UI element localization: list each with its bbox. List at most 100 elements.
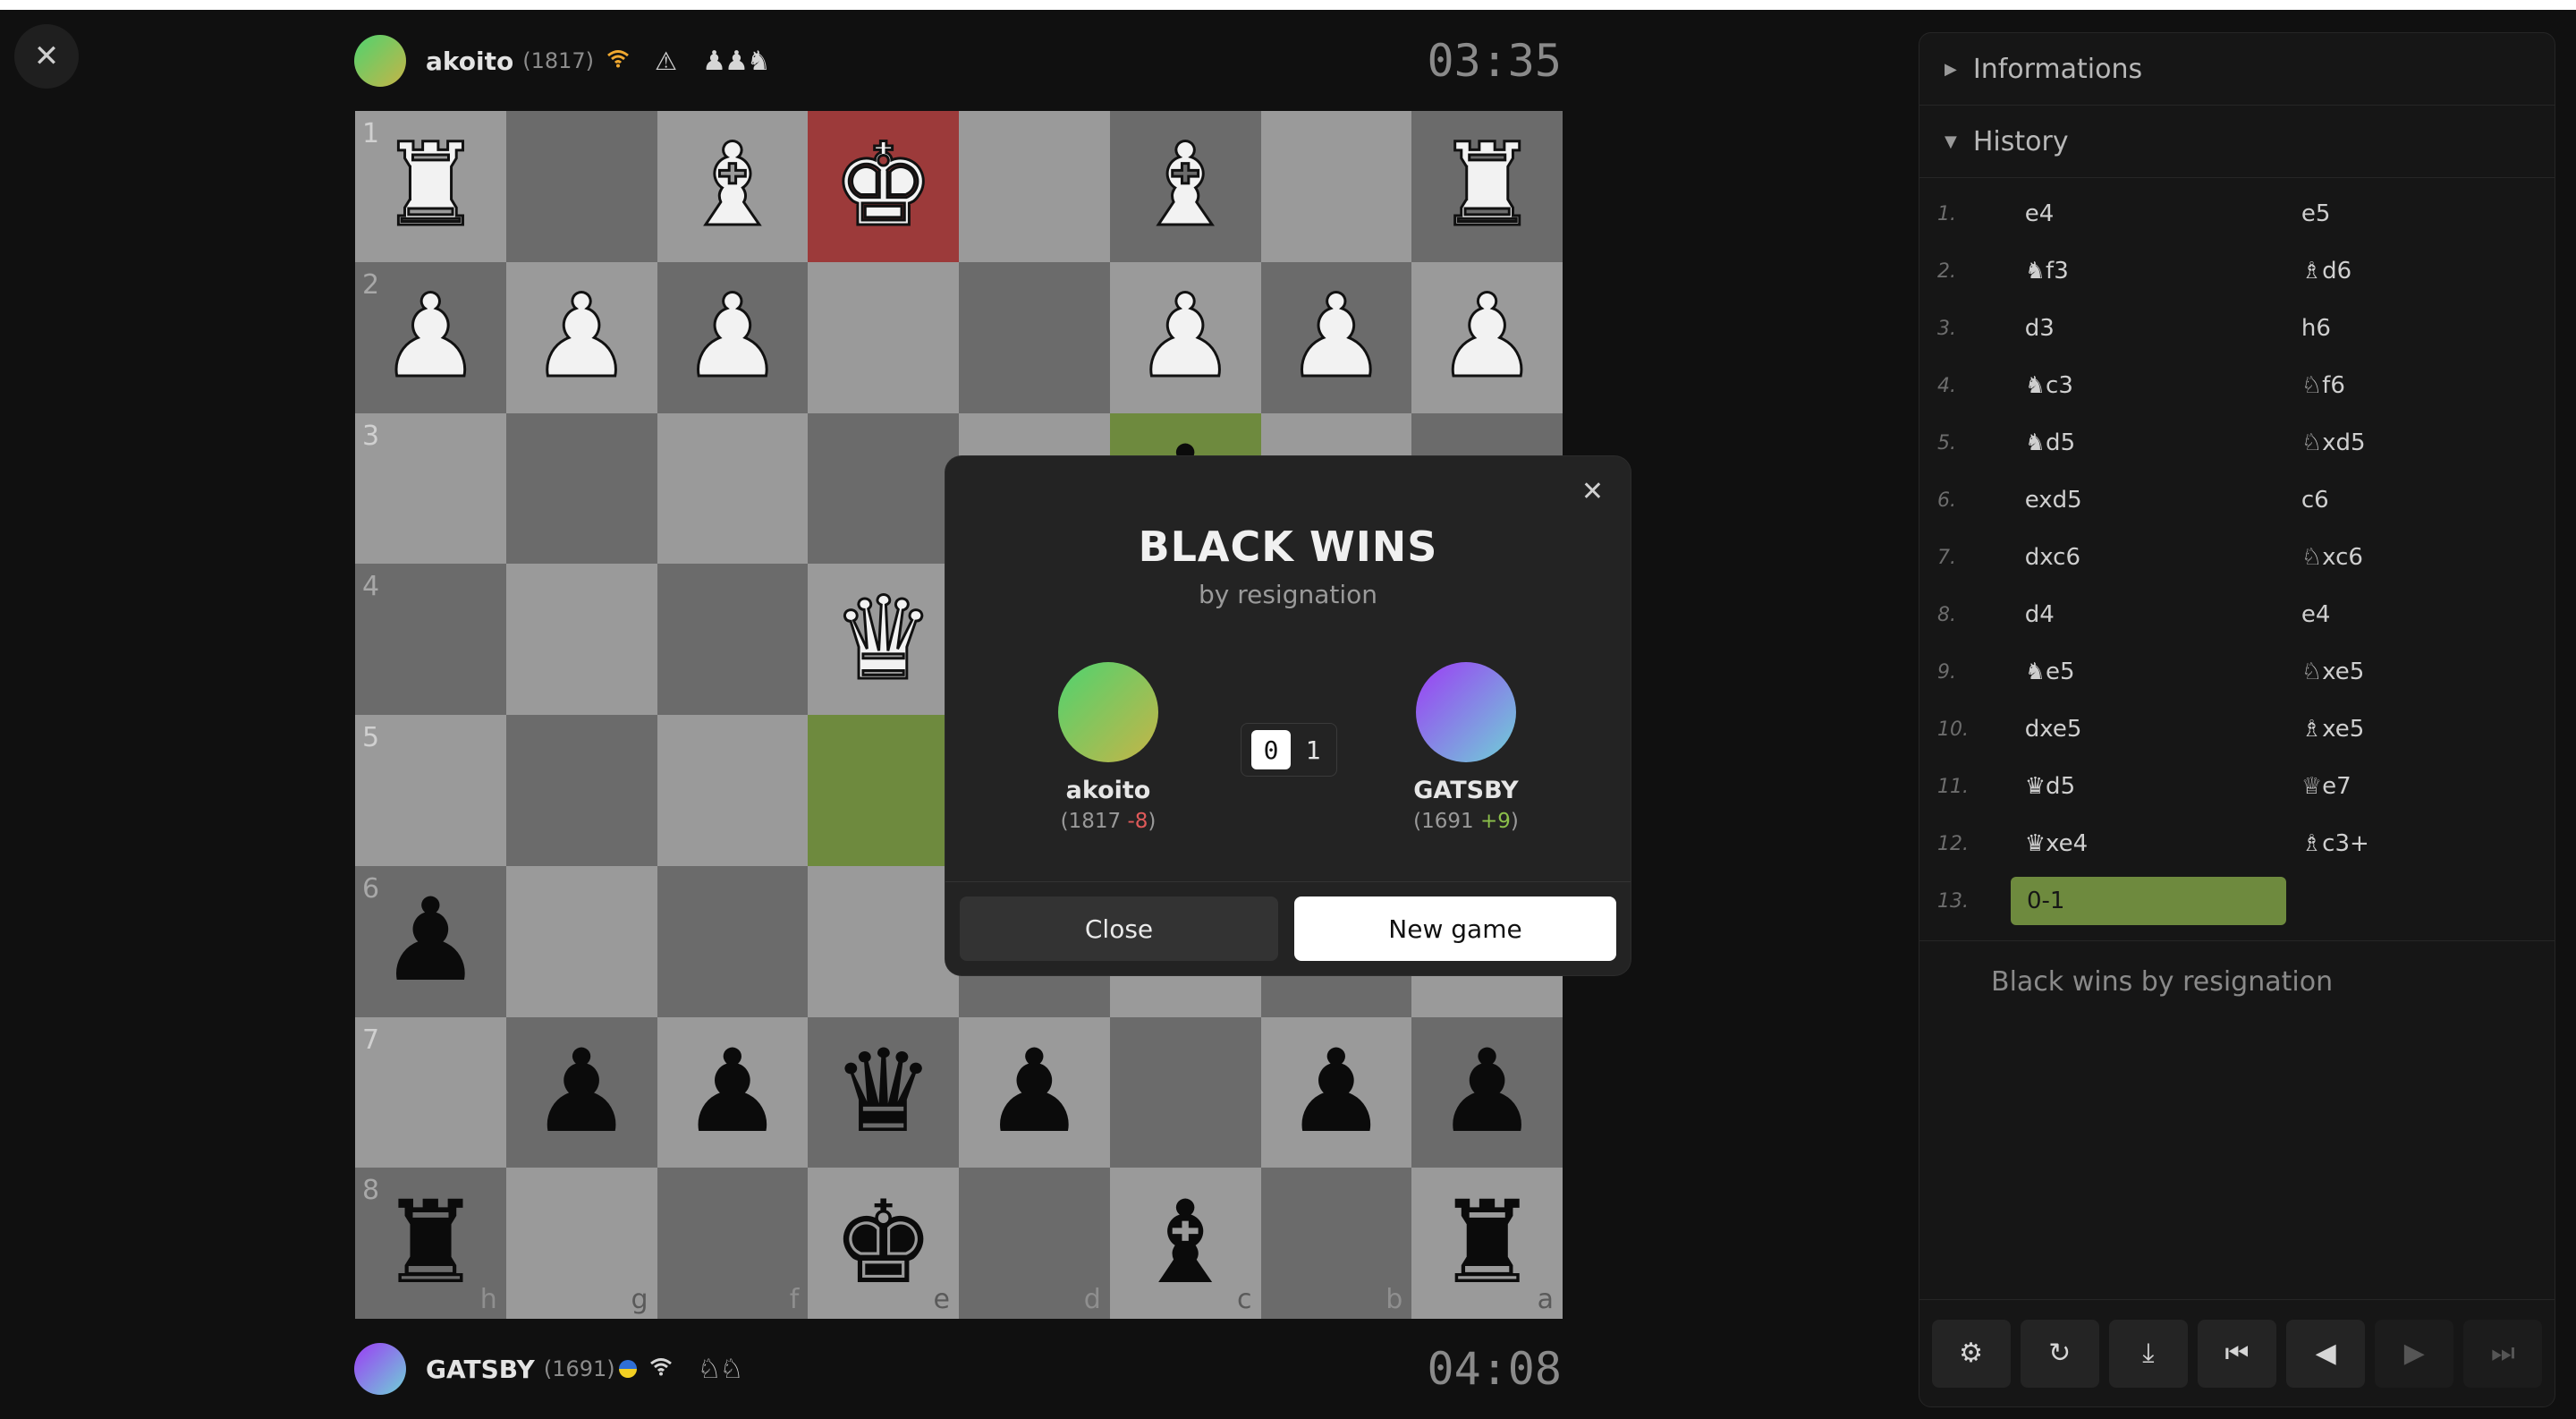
black-move[interactable]: ♘f6 [2287, 372, 2555, 399]
chess-piece[interactable]: ♜ [1435, 127, 1540, 244]
board-square[interactable] [808, 261, 959, 413]
white-move[interactable]: ♞f3 [2009, 258, 2287, 285]
settings-button[interactable]: ⚙ [1931, 1319, 2011, 1388]
board-square[interactable] [505, 564, 657, 715]
chess-piece[interactable]: ♟ [1436, 1034, 1538, 1150]
white-move[interactable]: exd5 [2009, 487, 2287, 514]
white-move[interactable]: d4 [2009, 601, 2287, 628]
board-square[interactable]: g [505, 1168, 657, 1319]
board-square[interactable] [808, 715, 959, 866]
board-square[interactable]: ♟ [1411, 1016, 1563, 1168]
board-square[interactable]: d [959, 1168, 1110, 1319]
chess-piece[interactable]: ♟ [682, 1034, 784, 1150]
chess-piece[interactable]: ♟ [378, 278, 484, 395]
chess-piece[interactable]: ♟ [1284, 278, 1389, 395]
black-move[interactable]: e4 [2287, 601, 2555, 628]
black-move[interactable]: ♗xe5 [2287, 716, 2555, 743]
white-move[interactable]: ♞d5 [2009, 429, 2287, 456]
board-square[interactable]: ♟ [1109, 261, 1261, 413]
chess-piece[interactable]: ♝ [1132, 127, 1238, 244]
board-square[interactable]: ♚ [808, 111, 959, 262]
white-move[interactable]: d3 [2009, 315, 2287, 342]
last-move-button[interactable]: ⏭ [2463, 1319, 2543, 1388]
board-square[interactable] [657, 865, 809, 1017]
white-move[interactable]: ♞e5 [2009, 659, 2287, 685]
board-square[interactable]: ♜ [1411, 111, 1563, 262]
board-square[interactable]: 8 h ♜ [355, 1168, 506, 1319]
flip-board-button[interactable]: ↻ [2020, 1319, 2099, 1388]
black-move[interactable]: ♘xd5 [2287, 429, 2555, 456]
board-square[interactable]: b [1260, 1168, 1412, 1319]
board-square[interactable] [505, 412, 657, 565]
board-square[interactable] [505, 111, 657, 262]
board-square[interactable]: ♟ [1260, 1016, 1412, 1168]
black-move[interactable]: e5 [2287, 200, 2555, 227]
close-game-button[interactable]: ✕ [14, 24, 79, 89]
board-square[interactable]: 7 [355, 1016, 506, 1168]
white-move[interactable]: ♛d5 [2009, 773, 2287, 800]
chess-piece[interactable]: ♛ [832, 1034, 935, 1150]
chess-piece[interactable]: ♟ [680, 278, 785, 395]
board-square[interactable]: 3 [355, 412, 506, 565]
black-move[interactable]: ♗d6 [2287, 258, 2555, 285]
board-square[interactable] [505, 715, 657, 866]
board-square[interactable]: ♟ [959, 1016, 1110, 1168]
chess-piece[interactable]: ♜ [379, 1185, 482, 1301]
chess-piece[interactable]: ♟ [530, 1034, 633, 1150]
board-square[interactable] [657, 564, 809, 715]
board-square[interactable] [657, 412, 809, 565]
chess-piece[interactable]: ♟ [1132, 278, 1238, 395]
first-move-button[interactable]: ⏮ [2197, 1319, 2276, 1388]
chess-piece[interactable]: ♝ [1134, 1185, 1237, 1301]
new-game-button[interactable]: New game [1294, 896, 1616, 961]
board-square[interactable]: ♟ [657, 261, 809, 413]
board-square[interactable] [1260, 111, 1412, 262]
board-square[interactable]: 5 [355, 715, 506, 866]
board-square[interactable]: 6 ♟ [355, 865, 506, 1017]
previous-move-button[interactable]: ◀ [2286, 1319, 2366, 1388]
close-button[interactable]: Close [960, 896, 1278, 961]
chess-piece[interactable]: ♟ [983, 1034, 1086, 1150]
board-square[interactable]: 4 [355, 564, 506, 715]
white-move[interactable]: dxe5 [2009, 716, 2287, 743]
board-square[interactable]: ♛ [808, 564, 959, 715]
black-move[interactable]: ♘xc6 [2287, 544, 2555, 571]
board-square[interactable]: ♝ [1109, 111, 1261, 262]
white-move[interactable]: ♞c3 [2009, 372, 2287, 399]
dialog-close-button[interactable]: ✕ [1581, 476, 1604, 507]
board-square[interactable] [505, 865, 657, 1017]
board-square[interactable]: 1 ♜ [355, 111, 506, 262]
board-square[interactable] [808, 865, 959, 1017]
chess-piece[interactable]: ♟ [1435, 278, 1540, 395]
board-square[interactable] [1109, 1016, 1261, 1168]
board-square[interactable]: ♟ [1260, 261, 1412, 413]
board-square[interactable]: ♟ [1411, 261, 1563, 413]
history-section-toggle[interactable]: ▼ History [1919, 106, 2555, 178]
chess-piece[interactable]: ♜ [378, 127, 484, 244]
board-square[interactable] [808, 412, 959, 565]
board-square[interactable]: e ♚ [808, 1168, 959, 1319]
warning-icon[interactable]: ⚠ [655, 47, 677, 76]
black-move[interactable]: h6 [2287, 315, 2555, 342]
board-square[interactable]: ♝ [657, 111, 809, 262]
chess-piece[interactable]: ♚ [831, 127, 936, 244]
board-square[interactable]: ♟ [657, 1016, 809, 1168]
black-move[interactable]: ♕e7 [2287, 773, 2555, 800]
board-square[interactable]: f [657, 1168, 809, 1319]
black-move[interactable]: ♗c3+ [2287, 830, 2555, 857]
chess-piece[interactable]: ♛ [831, 581, 936, 698]
board-square[interactable]: ♟ [505, 1016, 657, 1168]
board-square[interactable]: c ♝ [1109, 1168, 1261, 1319]
white-move[interactable]: dxc6 [2009, 544, 2287, 571]
download-button[interactable]: ⤓ [2108, 1319, 2188, 1388]
chess-piece[interactable]: ♜ [1436, 1185, 1538, 1301]
white-move[interactable]: e4 [2009, 200, 2287, 227]
board-square[interactable] [959, 261, 1110, 413]
black-move[interactable]: ♘xe5 [2287, 659, 2555, 685]
white-move[interactable]: ♛xe4 [2009, 830, 2287, 857]
black-move[interactable]: c6 [2287, 487, 2555, 514]
board-square[interactable]: 2 ♟ [355, 261, 506, 413]
result-move[interactable]: 0-1 [2011, 877, 2286, 925]
board-square[interactable] [959, 111, 1110, 262]
chess-piece[interactable]: ♟ [529, 278, 634, 395]
